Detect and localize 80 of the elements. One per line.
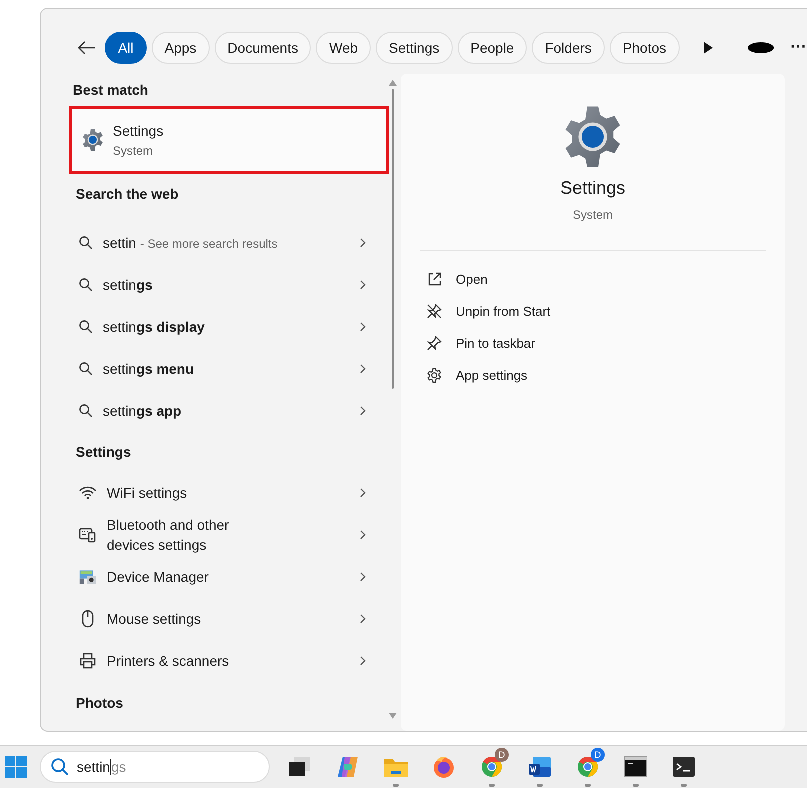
start-icon[interactable] [4,755,28,779]
terminal-icon [672,756,696,778]
web-suggestion: settings display [103,318,206,337]
gear-icon [81,128,105,152]
result-title: Settings [113,122,164,138]
wifi-icon [79,486,97,500]
filter-tab[interactable]: People [458,32,528,64]
taskbar-app[interactable]: D [472,747,512,787]
search-icon [79,404,93,418]
chevron-right-icon [360,280,366,290]
running-indicator [489,784,495,787]
taskbar-app[interactable]: D [568,747,608,787]
section-heading: Photos [76,694,124,713]
taskbar-search-field[interactable]: settings [40,751,270,783]
filter-tab[interactable]: Folders [532,32,605,64]
search-icon [79,278,93,292]
command-prompt-icon [624,756,648,778]
web-suggestion: settings menu [103,360,196,379]
pin-icon [427,336,442,350]
action-item[interactable]: Pin to taskbar [427,327,785,359]
best-match-item[interactable]: Settings System [69,106,389,174]
running-indicator [633,784,639,787]
firefox-icon [432,755,456,779]
open-external-icon [427,272,442,286]
running-indicator [585,784,591,787]
folder-icon [383,756,409,778]
word-icon [528,755,552,779]
web-suggestion[interactable]: settin - See more search results [103,232,350,254]
scroll-up-icon [389,80,397,86]
gear-icon [427,368,442,382]
settings-result[interactable]: WiFi settings [107,483,350,503]
settings-result[interactable]: Device Manager [107,567,350,587]
preview-title: Settings [560,178,626,199]
chevron-right-icon [360,530,366,540]
chevron-right-icon [360,322,366,332]
search-icon [79,320,93,334]
search-icon [51,758,69,776]
chevron-right-icon [360,656,366,666]
settings-result[interactable]: Printers & scanners [107,651,350,671]
chevron-right-icon [360,488,366,498]
action-item[interactable]: Unpin from Start [427,295,785,327]
task-view-icon [288,756,312,778]
filter-tab[interactable]: Documents [214,32,312,64]
running-indicator [681,784,687,787]
scroll-down-icon [389,713,397,719]
filter-tab[interactable]: Web [316,32,372,64]
chevron-right-icon [360,364,366,374]
more-button[interactable]: ··· [790,36,807,60]
running-indicator [537,784,543,787]
section-heading: Settings [76,443,132,462]
filter-tab[interactable]: Photos [610,32,680,64]
search-icon [79,236,93,250]
settings-result[interactable]: Mouse settings [107,609,350,629]
filter-tab[interactable]: Apps [152,32,210,64]
filter-tab[interactable]: Settings [376,32,453,64]
chevron-right-icon [360,614,366,624]
account-badge: D [591,748,605,762]
search-icon [79,362,93,376]
filter-tab[interactable]: All [105,32,147,64]
printer-icon [79,653,97,669]
copilot-icon [335,755,361,779]
chevron-right-icon [360,238,366,248]
result-subtitle: System [113,144,154,158]
settings-result[interactable]: Bluetooth and other devices settings [107,515,350,555]
chevron-right-icon [360,572,366,582]
account-badge: D [495,748,509,762]
section-heading: Search the web [76,185,180,204]
section-heading: Best match [73,81,150,100]
action-item[interactable]: Open [427,263,785,295]
running-indicator [393,784,399,787]
play-icon[interactable] [702,41,712,55]
keyboard-device-icon [79,527,97,543]
web-suggestion: settings app [103,402,183,421]
unpin-icon [427,304,442,318]
chevron-right-icon [360,406,366,416]
preview-subtitle: System [572,208,613,222]
web-suggestion: settings [103,276,154,295]
action-item[interactable]: App settings [427,359,785,391]
device-manager-icon [79,568,97,586]
mouse-icon [81,610,95,628]
